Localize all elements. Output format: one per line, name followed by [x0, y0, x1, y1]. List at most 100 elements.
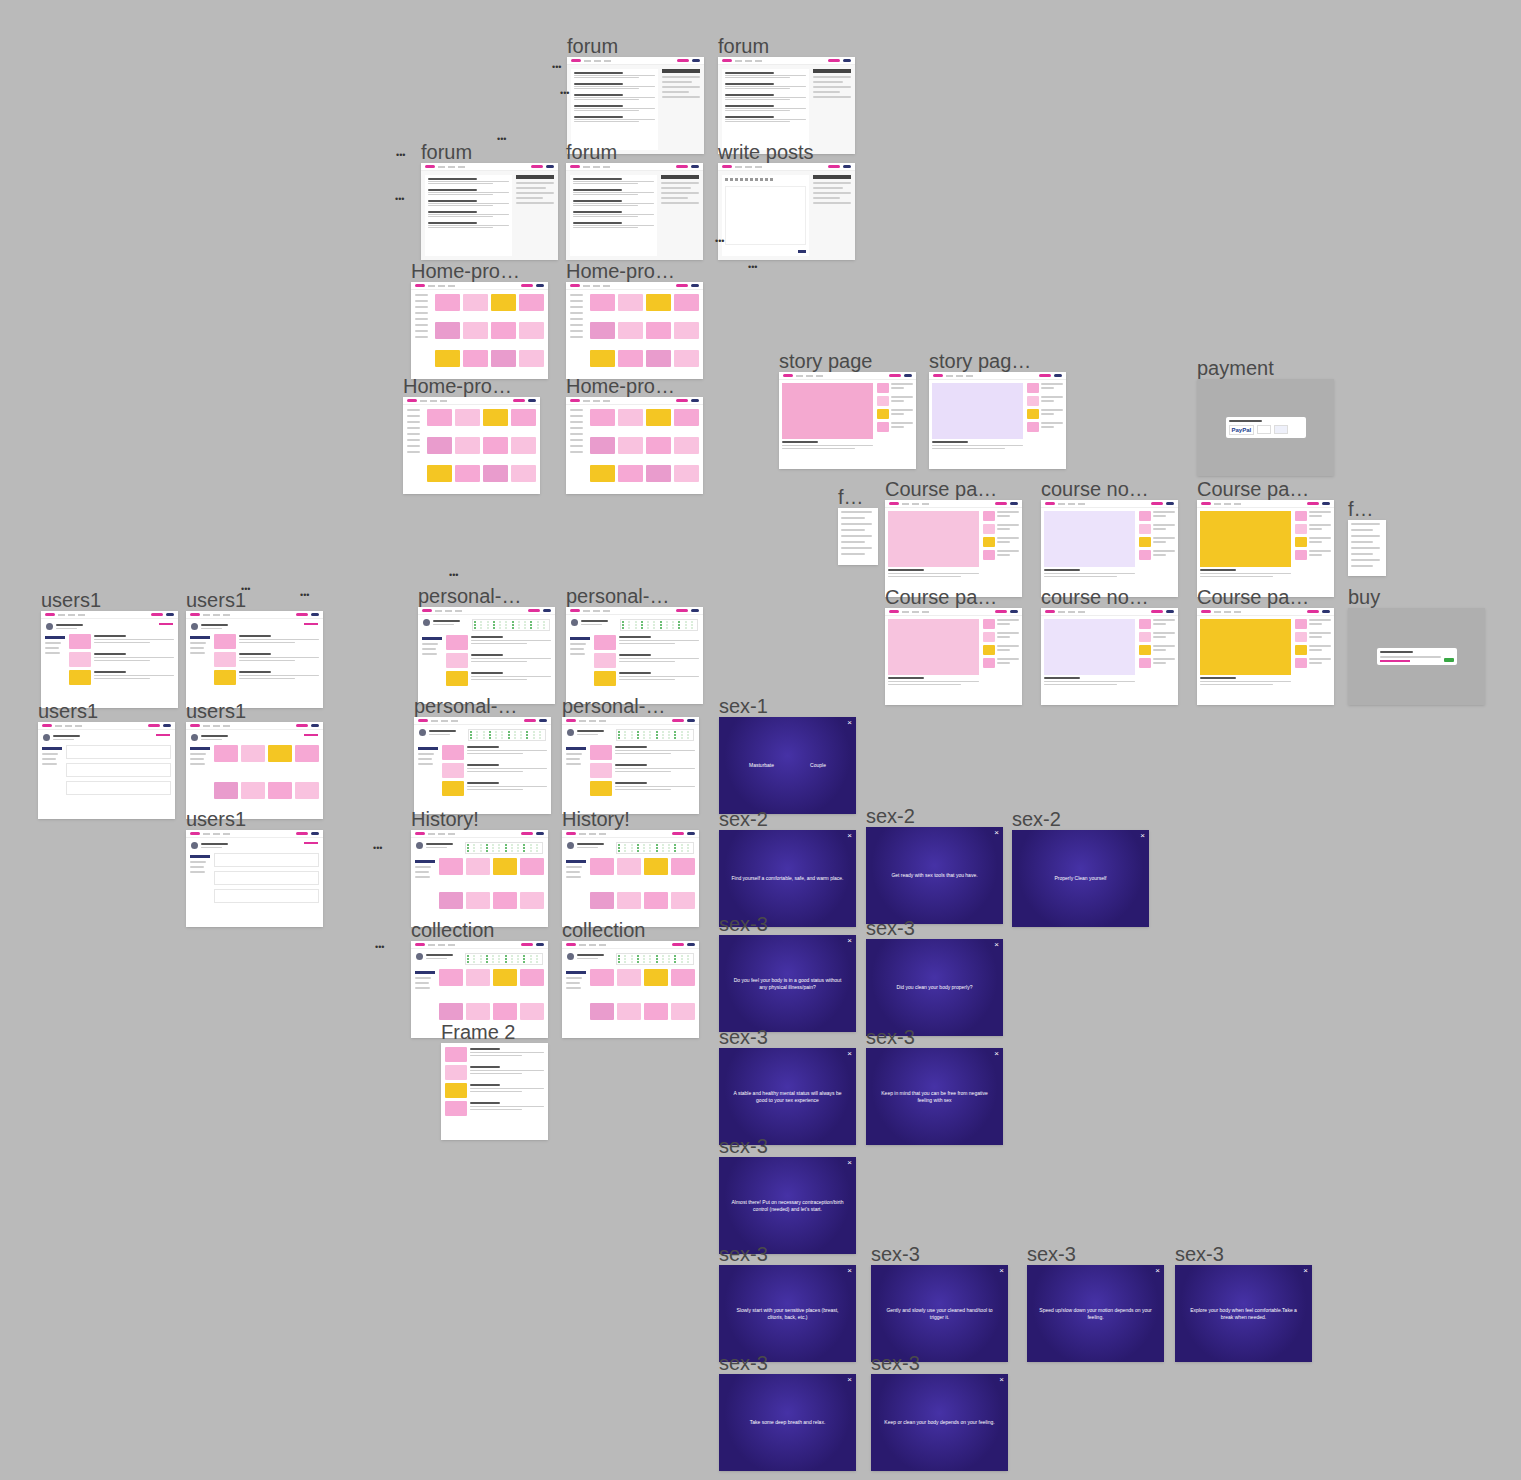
frame-label[interactable]: personal-… [418, 586, 521, 606]
thumbnail[interactable] [519, 350, 544, 367]
secondary-button[interactable] [536, 943, 544, 946]
frame-label[interactable]: payment [1197, 358, 1274, 378]
thumbnail[interactable] [877, 409, 889, 419]
thumbnail[interactable] [617, 892, 641, 909]
nav-item[interactable] [796, 375, 803, 377]
nav-item[interactable] [603, 400, 610, 402]
forum-post[interactable] [574, 105, 655, 111]
thumbnail[interactable] [1139, 632, 1151, 642]
comment-marker[interactable]: ••• [375, 942, 384, 952]
thumbnail[interactable] [594, 635, 616, 650]
nav-item[interactable] [755, 166, 762, 168]
forum-post[interactable] [725, 72, 806, 78]
frame-label[interactable]: write posts [718, 142, 814, 162]
list-row[interactable] [442, 763, 547, 778]
side-nav-item[interactable] [566, 971, 586, 974]
frame-label[interactable]: forum [566, 142, 617, 162]
nav-item[interactable] [589, 833, 596, 835]
thumbnail[interactable] [493, 969, 517, 986]
thumbnail[interactable] [491, 322, 516, 339]
artboard-frame[interactable]: ×Properly Clean yourself [1012, 830, 1149, 927]
thumbnail[interactable] [1139, 537, 1151, 547]
nav-item[interactable] [68, 614, 75, 616]
comment-marker[interactable]: ••• [373, 843, 382, 853]
artboard-frame[interactable] [414, 717, 551, 814]
subscribe-button[interactable] [156, 734, 170, 736]
frame-label[interactable]: Course pa… [885, 479, 997, 499]
list-row[interactable] [594, 653, 699, 668]
nav-item[interactable] [203, 833, 210, 835]
artboard-frame[interactable]: ×Slowly start with your sensitive places… [719, 1265, 856, 1362]
forum-post[interactable] [574, 94, 655, 100]
thumbnail[interactable] [466, 969, 490, 986]
artboard-frame[interactable] [41, 611, 178, 708]
thumbnail[interactable] [618, 409, 643, 426]
list-row[interactable] [445, 1047, 544, 1062]
thumbnail[interactable] [674, 437, 699, 454]
nav-item[interactable] [213, 614, 220, 616]
secondary-button[interactable] [1322, 502, 1330, 505]
secondary-button[interactable] [1166, 610, 1174, 613]
frame-label[interactable]: sex-1 [719, 696, 768, 716]
thumbnail[interactable] [1295, 524, 1307, 534]
primary-button[interactable] [521, 284, 533, 287]
primary-button[interactable] [676, 165, 688, 168]
frame-label[interactable]: users1 [186, 809, 246, 829]
thumbnail[interactable] [590, 294, 615, 311]
side-nav-item[interactable] [566, 747, 586, 750]
primary-button[interactable] [513, 399, 525, 402]
list-row[interactable] [442, 781, 547, 796]
thumbnail[interactable] [427, 409, 452, 426]
list-row[interactable] [446, 653, 551, 668]
nav-item[interactable] [594, 60, 601, 62]
artboard-frame[interactable]: ×Did you clean your body properly? [866, 939, 1003, 1036]
thumbnail[interactable] [1027, 383, 1039, 393]
secondary-button[interactable] [543, 609, 551, 612]
nav-item[interactable] [599, 720, 606, 722]
side-nav-item[interactable] [422, 637, 442, 640]
frame-label[interactable]: sex-2 [1012, 809, 1061, 829]
thumbnail[interactable] [1027, 422, 1039, 432]
nav-item[interactable] [912, 503, 919, 505]
thumbnail[interactable] [295, 782, 319, 799]
side-nav-item[interactable] [415, 860, 435, 863]
frame-label[interactable]: Home-pro… [411, 261, 520, 281]
thumbnail[interactable] [445, 1101, 467, 1116]
list-row[interactable] [214, 652, 319, 667]
nav-item[interactable] [1224, 611, 1231, 613]
design-canvas[interactable]: PayPal×MasturbateCouple×Find yourself a … [0, 0, 1521, 1480]
subscribe-button[interactable] [304, 623, 318, 625]
choice-option[interactable]: Couple [810, 762, 826, 769]
thumbnail[interactable] [442, 763, 464, 778]
thumbnail[interactable] [671, 892, 695, 909]
thumbnail[interactable] [1295, 550, 1307, 560]
forum-post[interactable] [574, 83, 655, 89]
nav-item[interactable] [603, 610, 610, 612]
forum-post[interactable] [574, 116, 655, 122]
comment-marker[interactable]: ••• [300, 590, 309, 600]
thumbnail[interactable] [69, 670, 91, 685]
primary-button[interactable] [672, 719, 684, 722]
thumbnail[interactable] [674, 465, 699, 482]
nav-item[interactable] [213, 833, 220, 835]
artboard-frame[interactable] [186, 611, 323, 708]
nav-item[interactable] [1214, 503, 1221, 505]
frame-label[interactable]: story pag… [929, 351, 1031, 371]
secondary-button[interactable] [687, 943, 695, 946]
thumbnail[interactable] [511, 465, 536, 482]
artboard-frame[interactable] [885, 500, 1022, 597]
choice-option[interactable]: Masturbate [749, 762, 774, 769]
close-button[interactable]: × [999, 1375, 1004, 1385]
primary-button[interactable] [521, 943, 533, 946]
close-button[interactable]: × [847, 1049, 852, 1059]
list-row[interactable] [590, 745, 695, 760]
close-button[interactable]: × [994, 1049, 999, 1059]
frame-label[interactable]: sex-3 [719, 914, 768, 934]
artboard-frame[interactable]: ×Almost there! Put on necessary contrace… [719, 1157, 856, 1254]
frame-label[interactable]: forum [567, 36, 618, 56]
artboard-frame[interactable]: ×Gently and slowly use your cleaned hand… [871, 1265, 1008, 1362]
artboard-frame[interactable] [441, 1043, 548, 1140]
thumbnail[interactable] [590, 969, 614, 986]
nav-item[interactable] [203, 614, 210, 616]
primary-button[interactable] [296, 832, 308, 835]
